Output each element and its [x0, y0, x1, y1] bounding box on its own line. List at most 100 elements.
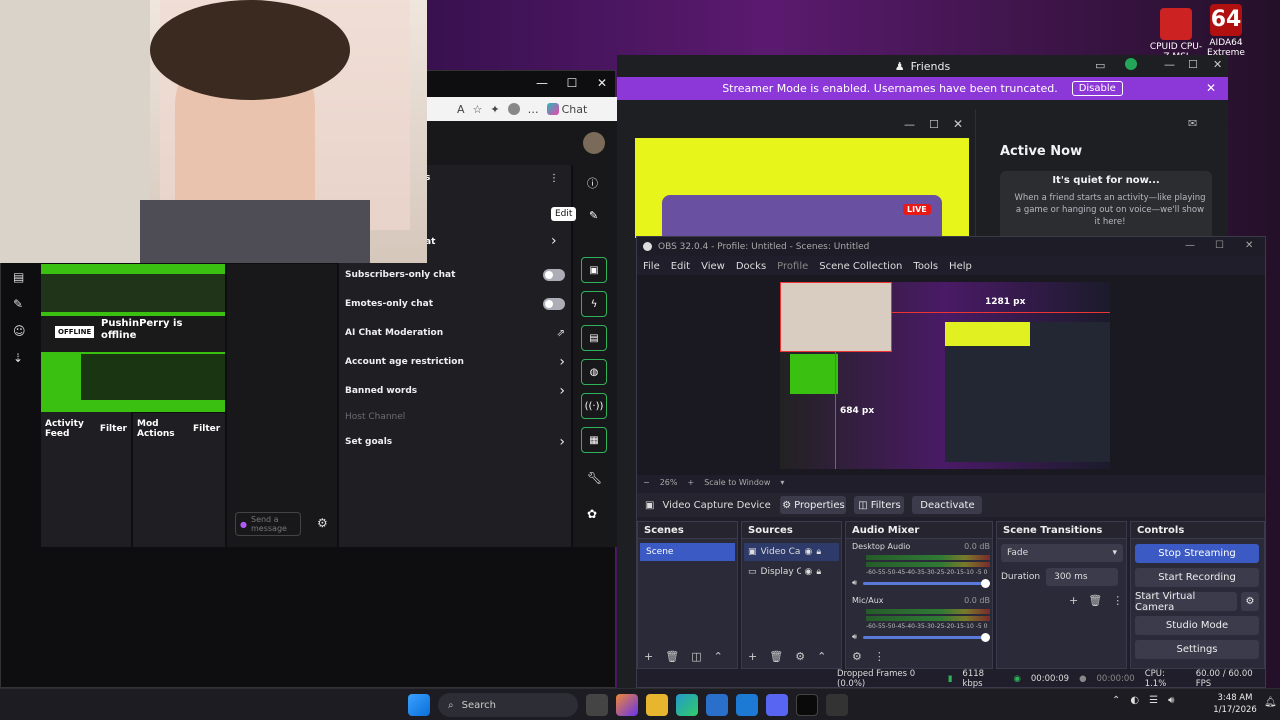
- add-transition-icon[interactable]: +: [1069, 594, 1078, 607]
- menu-file[interactable]: File: [643, 261, 660, 272]
- obs-preview-area[interactable]: 1281 px 684 px: [637, 275, 1265, 475]
- minimize-button[interactable]: —: [1185, 240, 1195, 251]
- emotes-only-toggle[interactable]: [543, 298, 565, 310]
- lock-icon[interactable]: 🔒︎: [816, 547, 821, 557]
- app-taskbar-icon[interactable]: [826, 694, 848, 716]
- menu-item-ai-moderation[interactable]: AI Chat Moderation ⇗: [345, 323, 565, 343]
- show-hidden-icons-chevron-icon[interactable]: ⌃: [1112, 695, 1120, 706]
- new-message-icon[interactable]: ✉: [1188, 117, 1197, 130]
- scale-mode[interactable]: Scale to Window: [704, 478, 770, 487]
- sidebar-stream-icon[interactable]: ▤: [13, 264, 39, 291]
- notification-bell-icon[interactable]: 🔔︎: [1264, 697, 1277, 708]
- filters-button[interactable]: ◫ Filters: [854, 496, 905, 514]
- subscribers-only-toggle[interactable]: [543, 269, 565, 281]
- profile-icon[interactable]: [507, 103, 520, 115]
- copilot-chat-button[interactable]: Chat: [546, 103, 587, 116]
- maximize-button[interactable]: ☐: [557, 71, 587, 95]
- add-scene-icon[interactable]: +: [644, 650, 653, 663]
- sidebar-content-icon[interactable]: ⇣: [13, 345, 39, 372]
- maximize-button[interactable]: ☐: [1215, 240, 1224, 251]
- network-icon[interactable]: ◐: [1130, 695, 1139, 706]
- speaker-icon[interactable]: 🔊︎: [852, 632, 857, 642]
- popout-minimize-button[interactable]: —: [904, 118, 915, 131]
- popout-maximize-button[interactable]: ☐: [929, 118, 939, 131]
- volume-slider[interactable]: [863, 578, 990, 588]
- menu-help[interactable]: Help: [949, 261, 972, 272]
- zoom-in-button[interactable]: +: [687, 478, 694, 487]
- more-menu-icon[interactable]: …: [528, 103, 539, 116]
- outlook-icon[interactable]: [736, 694, 758, 716]
- remove-scene-icon[interactable]: 🗑︎: [665, 650, 679, 663]
- speaker-icon[interactable]: 🔊︎: [852, 578, 857, 588]
- remove-source-icon[interactable]: 🗑︎: [769, 650, 783, 663]
- close-button[interactable]: ✕: [1245, 240, 1253, 251]
- start-recording-button[interactable]: Start Recording: [1135, 568, 1259, 587]
- remove-transition-icon[interactable]: 🗑︎: [1088, 594, 1102, 607]
- mod-actions-filter[interactable]: Filter: [193, 424, 220, 434]
- extensions-icon[interactable]: ✿: [587, 507, 597, 521]
- task-view-icon[interactable]: [586, 694, 608, 716]
- activity-feed-filter[interactable]: Filter: [100, 424, 127, 434]
- scale-mode-dropdown-icon[interactable]: ▾: [780, 478, 784, 487]
- file-explorer-icon[interactable]: [646, 694, 668, 716]
- menu-scene-collection[interactable]: Scene Collection: [819, 261, 902, 272]
- menu-docks[interactable]: Docks: [736, 261, 766, 272]
- selected-source-bounds[interactable]: [780, 282, 892, 352]
- duration-spinbox[interactable]: 300 ms: [1046, 568, 1119, 586]
- taskbar-clock[interactable]: 3:48 AM 1/17/2026: [1210, 692, 1260, 716]
- help-icon[interactable]: [1125, 58, 1137, 70]
- move-scene-up-icon[interactable]: ⌃: [714, 650, 723, 663]
- scene-filters-icon[interactable]: ◫: [691, 650, 701, 663]
- sidebar-tools-icon[interactable]: ✎: [13, 291, 39, 318]
- add-source-icon[interactable]: +: [748, 650, 757, 663]
- stop-streaming-button[interactable]: Stop Streaming: [1135, 544, 1259, 563]
- quick-action-chat[interactable]: ◍: [581, 359, 607, 385]
- taskbar-search[interactable]: ⌕ Search: [438, 693, 578, 717]
- zoom-out-button[interactable]: −: [643, 478, 650, 487]
- disable-streamer-mode-button[interactable]: Disable: [1071, 81, 1123, 96]
- move-source-up-icon[interactable]: ⌃: [817, 650, 826, 663]
- menu-profile[interactable]: Profile: [777, 261, 808, 272]
- copilot-icon[interactable]: [616, 694, 638, 716]
- minimize-button[interactable]: —: [527, 71, 557, 95]
- menu-item-subscribers-only[interactable]: Subscribers-only chat: [345, 265, 565, 285]
- menu-view[interactable]: View: [701, 261, 725, 272]
- menu-item-set-goals[interactable]: Set goals ›: [345, 432, 565, 452]
- menu-item-banned-words[interactable]: Banned words ›: [345, 381, 565, 401]
- studio-mode-button[interactable]: Studio Mode: [1135, 616, 1259, 635]
- microphone-icon[interactable]: ●: [240, 520, 247, 529]
- quick-action-ads[interactable]: ▦: [581, 427, 607, 453]
- close-button[interactable]: ✕: [1213, 58, 1222, 71]
- volume-slider[interactable]: [863, 632, 990, 642]
- desktop-icon-aida64[interactable]: 64 AIDA64 Extreme: [1198, 4, 1254, 60]
- source-list-item[interactable]: ▭ Display Ca ◉ 🔒︎: [744, 563, 839, 581]
- properties-button[interactable]: ⚙ Properties: [780, 496, 847, 514]
- menu-item-account-age[interactable]: Account age restriction ›: [345, 352, 565, 372]
- close-banner-icon[interactable]: ✕: [1206, 81, 1216, 95]
- minimize-button[interactable]: —: [1164, 58, 1175, 71]
- maximize-button[interactable]: ☐: [1188, 58, 1198, 71]
- wifi-icon[interactable]: ☰: [1149, 695, 1158, 706]
- send-message-input[interactable]: ● Send a message: [235, 512, 301, 536]
- inbox-icon[interactable]: ▭: [1095, 59, 1105, 72]
- chat-settings-gear-icon[interactable]: ⚙: [317, 516, 328, 530]
- menu-more-icon[interactable]: ⋮: [549, 173, 559, 184]
- source-properties-icon[interactable]: ⚙: [795, 650, 805, 663]
- wrench-icon[interactable]: 🔧︎: [587, 471, 602, 485]
- popout-close-button[interactable]: ✕: [953, 117, 963, 131]
- obs-taskbar-icon[interactable]: [796, 694, 818, 716]
- start-windows-icon[interactable]: [408, 694, 430, 716]
- transition-menu-icon[interactable]: ⋮: [1112, 594, 1123, 607]
- sidebar-community-icon[interactable]: ☺: [13, 318, 39, 345]
- visibility-eye-icon[interactable]: ◉: [805, 567, 813, 577]
- settings-button[interactable]: Settings: [1135, 640, 1259, 659]
- transition-select[interactable]: Fade ▾: [1001, 544, 1123, 562]
- quick-action-broadcast[interactable]: ((·)): [581, 393, 607, 419]
- edge-browser-icon[interactable]: [676, 694, 698, 716]
- menu-edit[interactable]: Edit: [671, 261, 690, 272]
- collections-icon[interactable]: ✦: [490, 103, 499, 116]
- virtual-camera-settings-gear-icon[interactable]: ⚙: [1241, 592, 1259, 611]
- source-list-item[interactable]: ▣ Video Cap ◉ 🔒︎: [744, 543, 839, 561]
- quick-action-clip[interactable]: ▣: [581, 257, 607, 283]
- advanced-audio-icon[interactable]: ⚙: [852, 650, 862, 663]
